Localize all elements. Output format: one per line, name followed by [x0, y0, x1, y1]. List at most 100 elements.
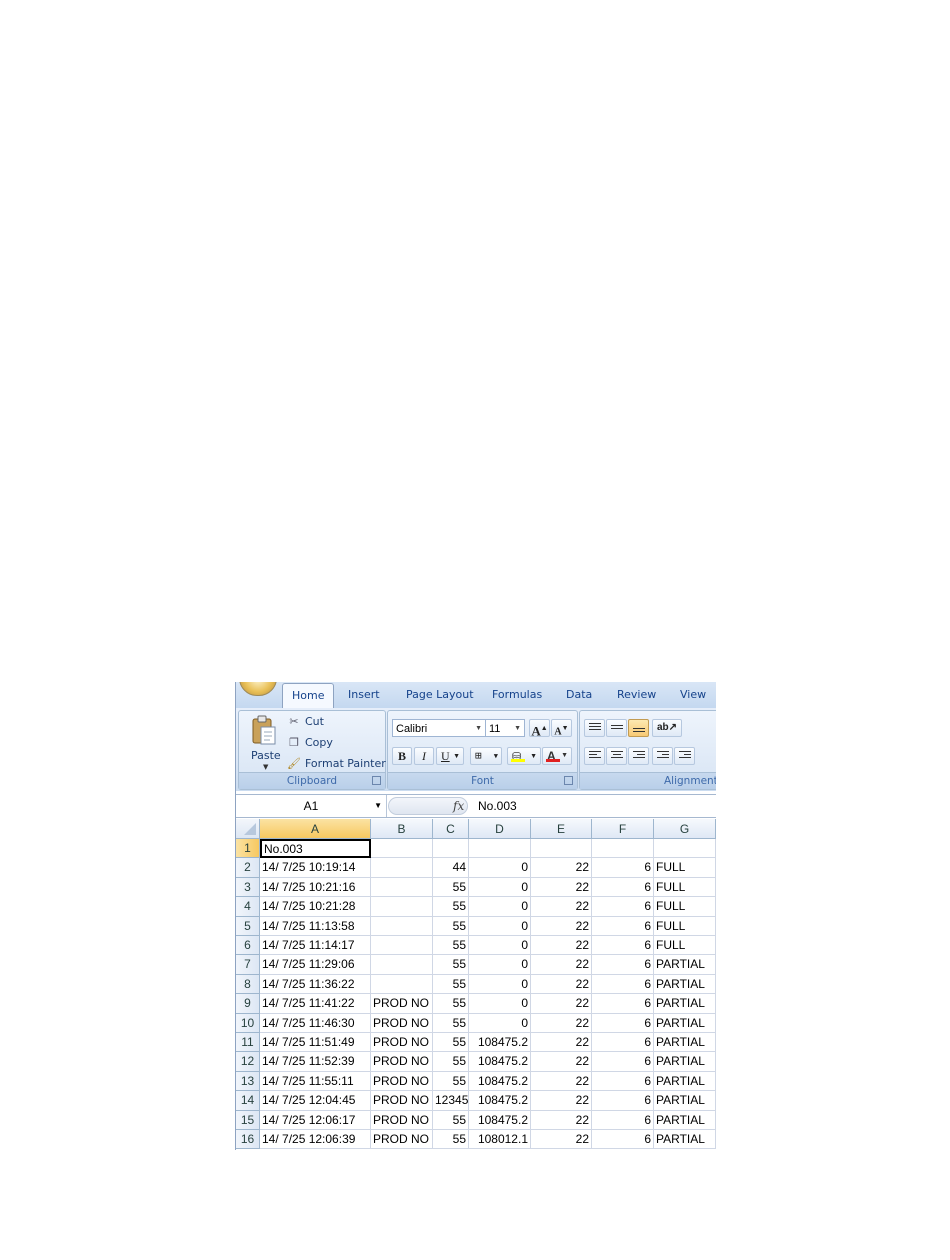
tab-view[interactable]: View: [678, 687, 708, 703]
cell-d12[interactable]: 108475.2: [469, 1052, 531, 1072]
cell-e12[interactable]: 22: [531, 1052, 592, 1072]
grow-font-button[interactable]: A▲: [529, 719, 550, 738]
cell-b7[interactable]: [371, 955, 433, 975]
format-painter-button[interactable]: 🖌 Format Painter: [287, 757, 386, 770]
cell-c7[interactable]: 55: [433, 955, 469, 975]
cell-b12[interactable]: PROD NO: [371, 1052, 433, 1072]
cell-a5[interactable]: 14/ 7/25 11:13:58: [260, 916, 371, 936]
underline-button[interactable]: U ▼: [436, 747, 464, 765]
cell-g3[interactable]: FULL: [654, 877, 716, 898]
cell-d11[interactable]: 108475.2: [469, 1033, 531, 1053]
cell-g7[interactable]: PARTIAL: [654, 955, 716, 975]
cell-f14[interactable]: 6: [592, 1091, 654, 1111]
cell-c5[interactable]: 55: [433, 916, 469, 936]
cell-b14[interactable]: PROD NO: [371, 1091, 433, 1111]
cell-b2[interactable]: [371, 858, 433, 878]
cell-c9[interactable]: 55: [433, 994, 469, 1014]
cell-d1[interactable]: [469, 839, 531, 859]
cell-b11[interactable]: PROD NO: [371, 1033, 433, 1053]
borders-button[interactable]: ⊞ ▼: [470, 747, 502, 765]
cell-a1[interactable]: No.003: [260, 839, 371, 859]
cell-a9[interactable]: 14/ 7/25 11:41:22: [260, 994, 371, 1014]
cell-c6[interactable]: 55: [433, 936, 469, 956]
cell-b13[interactable]: PROD NO: [371, 1071, 433, 1092]
cell-g4[interactable]: FULL: [654, 897, 716, 917]
cell-a2[interactable]: 14/ 7/25 10:19:14: [260, 858, 371, 878]
cell-g12[interactable]: PARTIAL: [654, 1052, 716, 1072]
row-header-5[interactable]: 5: [236, 916, 260, 936]
shrink-font-button[interactable]: A▼: [551, 719, 572, 737]
cell-f8[interactable]: 6: [592, 974, 654, 995]
cell-a12[interactable]: 14/ 7/25 11:52:39: [260, 1052, 371, 1072]
cell-d16[interactable]: 108012.1: [469, 1130, 531, 1150]
cell-d7[interactable]: 0: [469, 955, 531, 975]
row-header-8[interactable]: 8: [236, 974, 260, 995]
cell-g9[interactable]: PARTIAL: [654, 994, 716, 1014]
cell-e9[interactable]: 22: [531, 994, 592, 1014]
row-header-11[interactable]: 11: [236, 1033, 260, 1053]
cell-b6[interactable]: [371, 936, 433, 956]
cell-f12[interactable]: 6: [592, 1052, 654, 1072]
cell-d15[interactable]: 108475.2: [469, 1110, 531, 1130]
cell-e11[interactable]: 22: [531, 1033, 592, 1053]
decrease-indent-button[interactable]: [652, 747, 673, 765]
cell-g15[interactable]: PARTIAL: [654, 1110, 716, 1130]
cell-e8[interactable]: 22: [531, 974, 592, 995]
row-header-7[interactable]: 7: [236, 955, 260, 975]
cell-e14[interactable]: 22: [531, 1091, 592, 1111]
align-center-button[interactable]: [606, 747, 627, 765]
name-box[interactable]: A1 ▼: [236, 795, 387, 817]
cell-d14[interactable]: 108475.2: [469, 1091, 531, 1111]
cell-c4[interactable]: 55: [433, 897, 469, 917]
cell-b16[interactable]: PROD NO: [371, 1130, 433, 1150]
cell-f6[interactable]: 6: [592, 936, 654, 956]
cell-e7[interactable]: 22: [531, 955, 592, 975]
row-header-15[interactable]: 15: [236, 1110, 260, 1130]
cell-c1[interactable]: [433, 839, 469, 859]
cell-f10[interactable]: 6: [592, 1013, 654, 1033]
cell-b10[interactable]: PROD NO: [371, 1013, 433, 1033]
font-color-button[interactable]: A ▼: [542, 747, 572, 765]
align-top-button[interactable]: [584, 719, 605, 737]
font-size-select[interactable]: 11 ▼: [485, 719, 525, 737]
cell-d2[interactable]: 0: [469, 858, 531, 878]
cell-b1[interactable]: [371, 839, 433, 859]
cell-d8[interactable]: 0: [469, 974, 531, 995]
cell-d4[interactable]: 0: [469, 897, 531, 917]
row-header-16[interactable]: 16: [236, 1130, 260, 1150]
paste-dropdown-arrow[interactable]: ▼: [263, 763, 268, 771]
cell-c11[interactable]: 55: [433, 1033, 469, 1053]
cell-g11[interactable]: PARTIAL: [654, 1033, 716, 1053]
cell-g1[interactable]: [654, 839, 716, 859]
cell-f9[interactable]: 6: [592, 994, 654, 1014]
insert-function-icon[interactable]: fx: [453, 795, 464, 817]
cell-c8[interactable]: 55: [433, 974, 469, 995]
column-header-a[interactable]: A: [260, 819, 371, 839]
cell-b15[interactable]: PROD NO: [371, 1110, 433, 1130]
cell-d9[interactable]: 0: [469, 994, 531, 1014]
cell-a13[interactable]: 14/ 7/25 11:55:11: [260, 1071, 371, 1092]
row-header-1[interactable]: 1: [236, 839, 260, 859]
cell-c15[interactable]: 55: [433, 1110, 469, 1130]
cell-g10[interactable]: PARTIAL: [654, 1013, 716, 1033]
cell-f13[interactable]: 6: [592, 1071, 654, 1092]
cell-c16[interactable]: 55: [433, 1130, 469, 1150]
italic-button[interactable]: I: [414, 747, 434, 765]
cell-d3[interactable]: 0: [469, 877, 531, 898]
cell-f11[interactable]: 6: [592, 1033, 654, 1053]
cell-c12[interactable]: 55: [433, 1052, 469, 1072]
tab-home[interactable]: Home: [282, 683, 335, 708]
copy-button[interactable]: ❐ Copy: [287, 736, 333, 749]
row-header-14[interactable]: 14: [236, 1091, 260, 1111]
cell-f2[interactable]: 6: [592, 858, 654, 878]
column-header-f[interactable]: F: [592, 819, 654, 839]
clipboard-dialog-launcher[interactable]: [372, 776, 381, 785]
align-left-button[interactable]: [584, 747, 605, 765]
cell-d5[interactable]: 0: [469, 916, 531, 936]
cell-g2[interactable]: FULL: [654, 858, 716, 878]
cell-a4[interactable]: 14/ 7/25 10:21:28: [260, 897, 371, 917]
cell-b3[interactable]: [371, 877, 433, 898]
cell-e10[interactable]: 22: [531, 1013, 592, 1033]
cell-b5[interactable]: [371, 916, 433, 936]
cell-g14[interactable]: PARTIAL: [654, 1091, 716, 1111]
